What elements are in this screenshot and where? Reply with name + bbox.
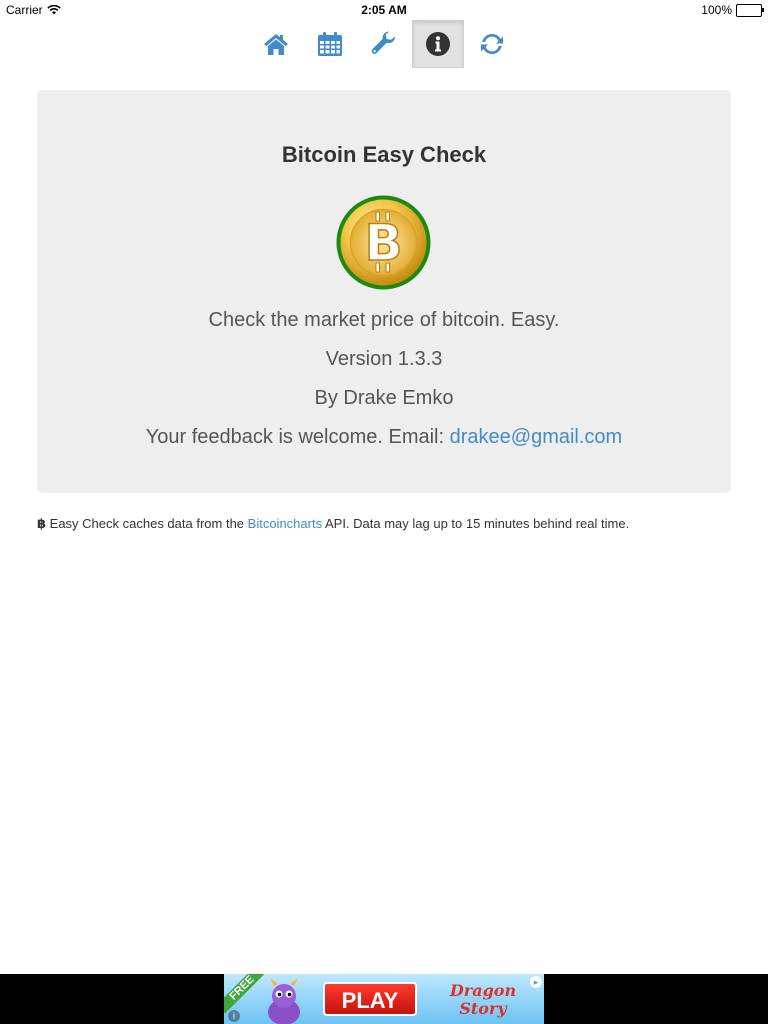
bitcoin-logo-icon: B <box>336 195 431 290</box>
bitcoincharts-link[interactable]: Bitcoincharts <box>248 516 322 531</box>
ad-bar: FREE PLAY Dragon Story ▸ i <box>0 974 768 1024</box>
author-label: By Drake Emko <box>314 387 454 409</box>
ad-info-icon[interactable]: i <box>228 1010 240 1022</box>
wrench-icon <box>371 31 396 54</box>
feedback-line: Your feedback is welcome. Email: drakee@… <box>37 426 731 449</box>
calendar-button[interactable] <box>304 20 356 68</box>
battery-icon <box>736 3 764 17</box>
ad-choices-icon[interactable]: ▸ <box>530 976 542 988</box>
svg-text:B: B <box>364 214 402 272</box>
note-text-after: API. Data may lag up to 15 minutes behin… <box>322 516 630 531</box>
about-button[interactable] <box>412 20 464 68</box>
home-button[interactable] <box>250 20 302 68</box>
calendar-icon <box>318 32 342 56</box>
data-source-note: ฿ Easy Check caches data from the Bitcoi… <box>37 516 737 532</box>
settings-button[interactable] <box>358 20 410 68</box>
play-button[interactable]: PLAY <box>323 982 417 1016</box>
toolbar <box>0 20 768 70</box>
home-icon <box>264 34 288 55</box>
email-link[interactable]: drakee@gmail.com <box>450 426 623 448</box>
dragon-icon <box>268 978 300 1024</box>
ad-brand-logo: Dragon Story <box>449 981 517 1018</box>
bitcoin-symbol: ฿ <box>37 516 47 531</box>
battery-percent: 100% <box>701 3 732 17</box>
info-icon <box>426 32 450 56</box>
status-bar: Carrier 2:05 AM 100% <box>0 0 768 20</box>
battery-indicator: 100% <box>701 3 764 17</box>
refresh-icon <box>481 34 503 54</box>
clock: 2:05 AM <box>361 3 407 17</box>
feedback-label: Your feedback is welcome. Email: <box>145 426 450 448</box>
refresh-button[interactable] <box>466 20 518 68</box>
tagline: Check the market price of bitcoin. Easy. <box>208 309 560 331</box>
about-panel: Bitcoin Easy Check B Check the market pr… <box>37 90 731 493</box>
note-text-before: Easy Check caches data from the <box>46 516 248 531</box>
app-title: Bitcoin Easy Check <box>281 142 487 167</box>
version-label: Version 1.3.3 <box>325 348 443 370</box>
ad-banner[interactable]: FREE PLAY Dragon Story ▸ i <box>224 974 544 1024</box>
